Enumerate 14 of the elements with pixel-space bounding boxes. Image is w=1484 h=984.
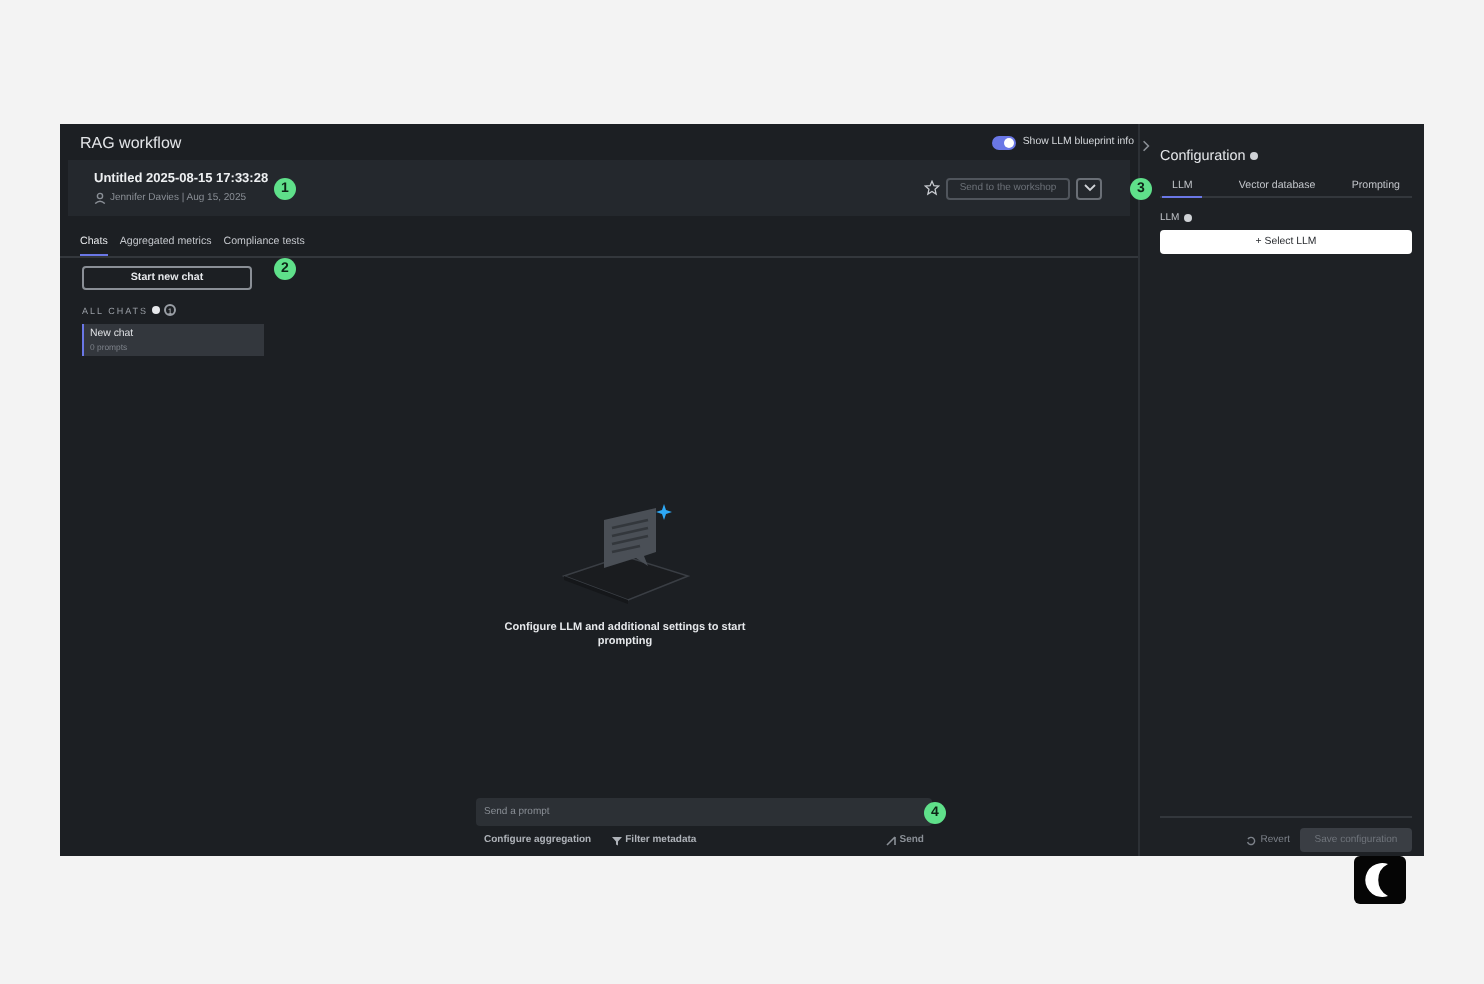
dropdown-button[interactable] — [1076, 177, 1102, 199]
info-icon — [1183, 214, 1192, 222]
filter-icon — [611, 835, 622, 845]
logo-icon — [1354, 856, 1406, 904]
info-icon — [1249, 151, 1258, 159]
user-icon — [94, 192, 106, 204]
window-title: RAG workflow — [80, 133, 182, 151]
send-icon — [885, 835, 896, 845]
undo-icon — [1246, 835, 1257, 845]
blueprint-toggle[interactable] — [992, 135, 1017, 149]
chevron-right-icon[interactable] — [1142, 140, 1150, 152]
star-icon[interactable] — [924, 180, 940, 196]
chevron-down-icon — [1083, 184, 1095, 192]
info-icon — [152, 306, 161, 314]
